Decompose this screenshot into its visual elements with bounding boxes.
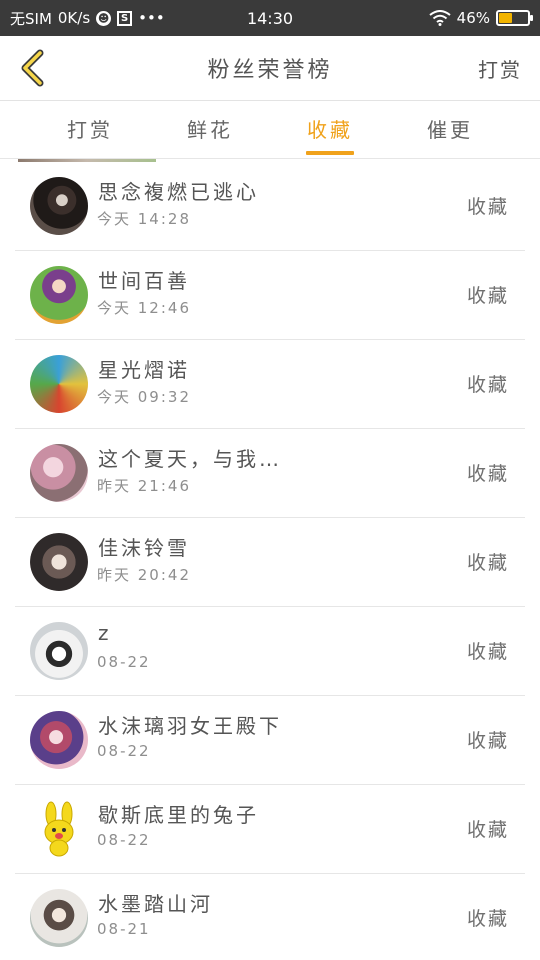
timestamp: 昨天 20:42 — [97, 566, 191, 584]
tab-reward[interactable]: 打赏 — [35, 101, 145, 159]
battery-fill — [499, 13, 512, 23]
collect-label: 收藏 — [466, 819, 509, 841]
tab-flowers[interactable]: 鲜花 — [155, 101, 265, 159]
user-name: z — [98, 621, 112, 645]
user-name: 歇斯底里的兔子 — [98, 803, 259, 827]
status-left: 无SIM 0K/s ☻ S ••• — [10, 8, 429, 29]
timestamp: 今天 14:28 — [97, 210, 191, 228]
s-app-icon: S — [117, 10, 133, 26]
battery-icon — [496, 10, 533, 26]
avatar[interactable] — [30, 444, 88, 502]
tab-bar: 打赏 鲜花 收藏 催更 — [0, 101, 540, 159]
collect-label: 收藏 — [466, 908, 509, 930]
avatar[interactable] — [30, 533, 88, 591]
user-name: 佳沫铃雪 — [98, 536, 190, 560]
avatar[interactable] — [30, 800, 88, 858]
list-item[interactable]: 佳沫铃雪 昨天 20:42 收藏 — [15, 518, 525, 607]
list-item[interactable]: z 08-22 收藏 — [15, 607, 525, 696]
collect-label: 收藏 — [466, 552, 509, 574]
tab-urge-update[interactable]: 催更 — [395, 101, 505, 159]
back-button[interactable] — [12, 48, 52, 88]
avatar[interactable] — [30, 711, 88, 769]
user-name: 这个夏天，与我… — [98, 447, 282, 471]
user-name: 世间百善 — [98, 269, 190, 293]
page-title: 粉丝荣誉榜 — [207, 58, 333, 83]
battery-percent: 46% — [456, 9, 490, 27]
ghost-icon: ☻ — [96, 10, 112, 26]
list-item[interactable]: 这个夏天，与我… 昨天 21:46 收藏 — [15, 429, 525, 518]
timestamp: 08-22 — [97, 653, 151, 671]
list-item[interactable]: 星光熠诺 今天 09:32 收藏 — [15, 340, 525, 429]
chevron-left-icon — [21, 49, 44, 87]
user-name: 水沫璃羽女王殿下 — [98, 714, 282, 738]
avatar[interactable] — [30, 622, 88, 680]
list-item[interactable]: 思念複燃已逃心 今天 14:28 收藏 — [15, 162, 525, 251]
collect-label: 收藏 — [466, 196, 509, 218]
wifi-icon — [429, 10, 451, 26]
avatar[interactable] — [30, 266, 88, 324]
status-right: 46% — [429, 9, 533, 27]
collect-label: 收藏 — [466, 374, 509, 396]
list-item[interactable]: 世间百善 今天 12:46 收藏 — [15, 251, 525, 340]
list-item[interactable]: 水沫璃羽女王殿下 08-22 收藏 — [15, 696, 525, 785]
user-name: 水墨踏山河 — [98, 892, 213, 916]
reward-button[interactable]: 打赏 — [478, 54, 522, 83]
timestamp: 08-22 — [97, 742, 151, 760]
avatar[interactable] — [30, 355, 88, 413]
timestamp: 今天 09:32 — [97, 388, 191, 406]
user-name: 星光熠诺 — [98, 358, 190, 382]
timestamp: 08-22 — [97, 831, 151, 849]
network-speed: 0K/s — [57, 9, 91, 27]
rabbit-icon — [44, 801, 74, 857]
active-tab-indicator — [306, 151, 354, 155]
header: 粉丝荣誉榜 打赏 — [0, 36, 540, 101]
list-item[interactable]: 歇斯底里的兔子 08-22 收藏 — [15, 785, 525, 874]
timestamp: 昨天 21:46 — [97, 477, 191, 495]
fan-list[interactable]: 思念複燃已逃心 今天 14:28 收藏 世间百善 今天 12:46 收藏 星光熠… — [0, 159, 540, 960]
collect-label: 收藏 — [466, 463, 509, 485]
user-name: 思念複燃已逃心 — [98, 180, 259, 204]
list-item[interactable]: 水墨踏山河 08-21 收藏 — [15, 874, 525, 960]
collect-label: 收藏 — [466, 641, 509, 663]
collect-label: 收藏 — [466, 730, 509, 752]
carrier-text: 无SIM — [10, 9, 52, 28]
collect-label: 收藏 — [466, 285, 509, 307]
status-bar: 无SIM 0K/s ☻ S ••• 14:30 46% — [0, 0, 540, 36]
avatar[interactable] — [30, 177, 88, 235]
timestamp: 今天 12:46 — [97, 299, 191, 317]
timestamp: 08-21 — [97, 920, 151, 938]
more-dots-icon: ••• — [138, 9, 165, 27]
avatar[interactable] — [30, 889, 88, 947]
